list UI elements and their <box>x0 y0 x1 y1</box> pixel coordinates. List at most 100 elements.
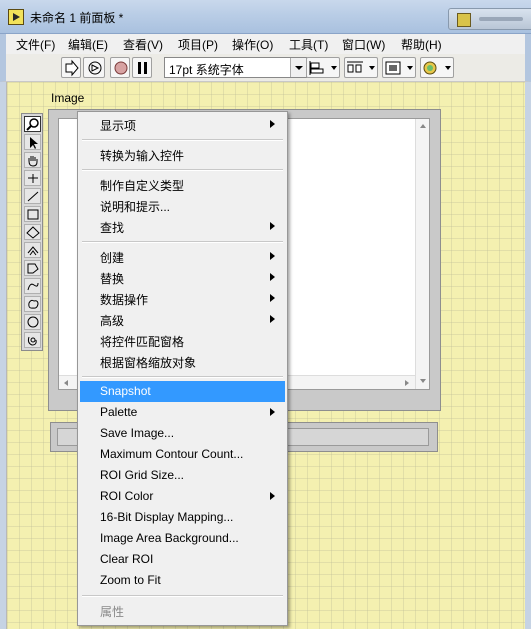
arrow-pointer-icon <box>30 137 38 149</box>
menu-item-visible-items[interactable]: 显示项 <box>80 114 285 135</box>
menu-item-label: 制作自定义类型 <box>100 179 185 193</box>
submenu-arrow-icon <box>270 408 275 416</box>
stop-icon <box>114 61 128 75</box>
menu-separator <box>82 376 283 378</box>
menu-item-data-operations[interactable]: 数据操作 <box>80 288 285 309</box>
menu-item-label: Zoom to Fit <box>100 573 161 587</box>
rotated-rectangle-icon <box>26 226 40 239</box>
resize-objects-icon <box>385 61 413 75</box>
context-menu: 显示项 转换为输入控件 制作自定义类型 说明和提示... 查找 创建 替换 数据… <box>77 111 288 626</box>
menu-item-make-type-def[interactable]: 制作自定义类型 <box>80 174 285 195</box>
crosshair-icon <box>28 174 38 183</box>
menu-item-fit-control-to-pane[interactable]: 将控件匹配窗格 <box>80 330 285 351</box>
menu-project[interactable]: 项目(P) <box>178 36 218 53</box>
menu-window[interactable]: 窗口(W) <box>342 36 385 53</box>
rotated-rectangle-tool[interactable] <box>24 224 41 240</box>
menu-separator <box>82 139 283 141</box>
menu-view[interactable]: 查看(V) <box>123 36 163 53</box>
magnifier-icon <box>26 118 39 131</box>
menu-item-zoom-to-fit[interactable]: Zoom to Fit <box>80 570 285 591</box>
menu-item-label: 显示项 <box>100 119 137 133</box>
line-icon <box>27 191 39 202</box>
menu-bar: 文件(F) 编辑(E) 查看(V) 项目(P) 操作(O) 工具(T) 窗口(W… <box>0 34 531 54</box>
menu-item-replace[interactable]: 替换 <box>80 267 285 288</box>
menu-item-label: Save Image... <box>100 426 175 440</box>
menu-item-roi-color[interactable]: ROI Color <box>80 486 285 507</box>
abort-button[interactable] <box>110 57 130 78</box>
polygon-tool[interactable] <box>24 260 41 276</box>
reorder-icon <box>423 61 451 75</box>
menu-item-find[interactable]: 查找 <box>80 216 285 237</box>
chevron-down-icon <box>290 58 306 77</box>
submenu-arrow-icon <box>270 315 275 323</box>
menu-item-label: 高级 <box>100 314 125 328</box>
run-arrow-icon <box>65 59 79 77</box>
submenu-arrow-icon <box>270 492 275 500</box>
submenu-arrow-icon <box>270 273 275 281</box>
polygon-icon <box>27 263 39 274</box>
pause-button[interactable] <box>132 57 152 78</box>
distribute-objects-button[interactable] <box>344 57 378 78</box>
image-tool-palette <box>21 113 43 351</box>
menu-item-label: 根据窗格缩放对象 <box>100 356 197 370</box>
oval-icon <box>27 316 39 328</box>
background-window-button[interactable] <box>448 8 531 30</box>
zoom-tool[interactable] <box>24 116 41 132</box>
broken-line-tool[interactable] <box>24 332 41 348</box>
pause-icon <box>138 62 147 74</box>
menu-item-label: ROI Color <box>100 489 154 503</box>
menu-item-16bit-display-mapping[interactable]: 16-Bit Display Mapping... <box>80 507 285 528</box>
menu-item-label: 属性 <box>100 605 125 619</box>
reorder-button[interactable] <box>420 57 454 78</box>
menu-item-label: 16-Bit Display Mapping... <box>100 510 234 524</box>
menu-operate[interactable]: 操作(O) <box>232 36 273 53</box>
menu-item-label: Clear ROI <box>100 552 154 566</box>
menu-item-create[interactable]: 创建 <box>80 246 285 267</box>
menu-item-palette[interactable]: Palette <box>80 402 285 423</box>
menu-item-properties: 属性 <box>80 600 285 621</box>
menu-item-change-to-control[interactable]: 转换为输入控件 <box>80 144 285 165</box>
menu-separator <box>82 169 283 171</box>
freehand-region-tool[interactable] <box>24 296 41 312</box>
menu-item-advanced[interactable]: 高级 <box>80 309 285 330</box>
menu-file[interactable]: 文件(F) <box>16 36 55 53</box>
menu-item-roi-grid-size[interactable]: ROI Grid Size... <box>80 465 285 486</box>
menu-item-snapshot[interactable]: Snapshot <box>80 381 285 402</box>
oval-tool[interactable] <box>24 314 41 330</box>
resize-objects-button[interactable] <box>382 57 416 78</box>
menu-tools[interactable]: 工具(T) <box>289 36 328 53</box>
distribute-objects-icon <box>347 61 375 73</box>
menu-item-image-area-background[interactable]: Image Area Background... <box>80 528 285 549</box>
vertical-scrollbar[interactable] <box>415 119 429 389</box>
title-bar: 未命名 1 前面板 * <box>0 0 531 34</box>
menu-item-label: 将控件匹配窗格 <box>100 335 185 349</box>
submenu-arrow-icon <box>270 294 275 302</box>
toolbar: 17pt 系统字体 <box>0 54 531 82</box>
font-select-value: 17pt 系统字体 <box>169 63 244 77</box>
point-tool[interactable] <box>24 170 41 186</box>
font-select[interactable]: 17pt 系统字体 <box>164 57 307 78</box>
menu-item-label: 说明和提示... <box>100 200 171 214</box>
menu-item-label: 转换为输入控件 <box>100 149 185 163</box>
annulus-tool[interactable] <box>24 242 41 258</box>
line-tool[interactable] <box>24 188 41 204</box>
scroll-arrows-icon <box>420 124 426 383</box>
rectangle-tool[interactable] <box>24 206 41 222</box>
menu-item-save-image[interactable]: Save Image... <box>80 423 285 444</box>
run-button[interactable] <box>61 57 81 78</box>
menu-item-label: Snapshot <box>100 384 151 398</box>
freehand-line-tool[interactable] <box>24 278 41 294</box>
run-continuously-button[interactable] <box>83 57 105 78</box>
pan-tool[interactable] <box>24 152 41 168</box>
run-continuously-icon <box>88 61 102 75</box>
menu-help[interactable]: 帮助(H) <box>401 36 442 53</box>
selection-tool[interactable] <box>24 134 41 150</box>
broken-line-icon <box>27 336 37 346</box>
menu-item-clear-roi[interactable]: Clear ROI <box>80 549 285 570</box>
menu-item-scale-object-with-pane[interactable]: 根据窗格缩放对象 <box>80 351 285 372</box>
align-objects-button[interactable] <box>306 57 340 78</box>
menu-item-max-contour-count[interactable]: Maximum Contour Count... <box>80 444 285 465</box>
menu-item-label: Palette <box>100 405 138 419</box>
menu-item-description-tip[interactable]: 说明和提示... <box>80 195 285 216</box>
menu-edit[interactable]: 编辑(E) <box>68 36 108 53</box>
